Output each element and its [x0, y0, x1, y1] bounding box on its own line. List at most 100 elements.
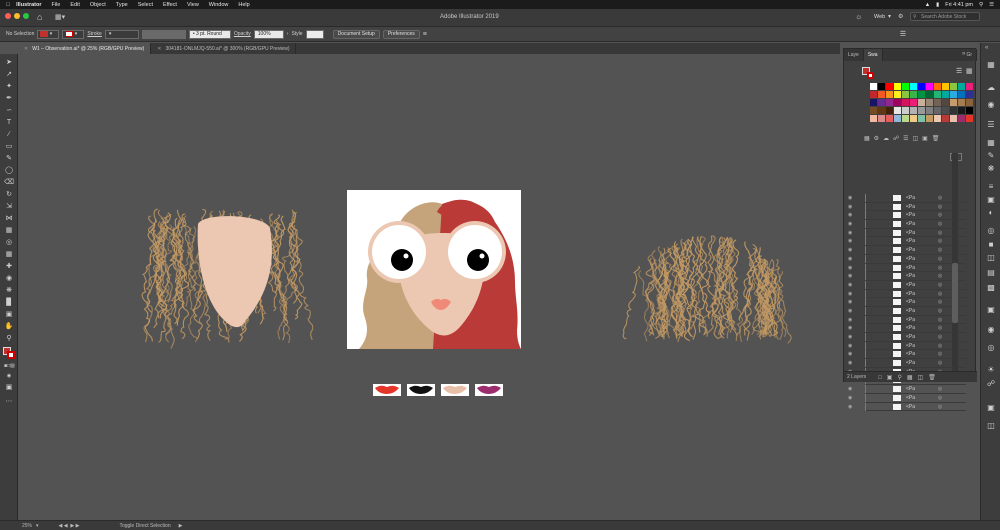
- document-setup-button[interactable]: Document Setup: [332, 29, 380, 39]
- visibility-eye-icon[interactable]: ◉: [848, 334, 852, 340]
- close-window-button[interactable]: [5, 13, 11, 19]
- swatch-cell[interactable]: [902, 99, 909, 106]
- swatches-panel-icon[interactable]: ▦: [986, 138, 996, 147]
- swatch-cell[interactable]: [894, 115, 901, 122]
- swatch-cell[interactable]: [870, 115, 877, 122]
- menu-app-name[interactable]: Illustrator: [16, 2, 41, 8]
- align-panel-icon[interactable]: ▤: [986, 268, 996, 277]
- visibility-eye-icon[interactable]: ◉: [848, 230, 852, 236]
- graphic-styles-panel-icon[interactable]: ■: [986, 240, 996, 249]
- layer-row[interactable]: ◉ <Pa ◎: [848, 350, 966, 360]
- target-circle-icon[interactable]: ◎: [938, 343, 942, 349]
- lip-swatches[interactable]: [373, 384, 503, 396]
- swatch-cell[interactable]: [894, 99, 901, 106]
- swatch-cell[interactable]: [918, 91, 925, 98]
- links-panel-icon[interactable]: ☍: [986, 379, 996, 388]
- visibility-eye-icon[interactable]: ◉: [848, 282, 852, 288]
- swatch-cell[interactable]: [878, 107, 885, 114]
- home-icon[interactable]: ⌂: [37, 12, 42, 22]
- layer-row[interactable]: ◉ <Pa ◎: [848, 385, 966, 394]
- apple-icon[interactable]: : [6, 2, 10, 8]
- swatch-cell[interactable]: [966, 115, 973, 122]
- swatch-cell[interactable]: [942, 115, 949, 122]
- more-tools-icon[interactable]: ⋯: [4, 398, 14, 406]
- swatch-cell[interactable]: [966, 91, 973, 98]
- swatch-cell[interactable]: [918, 107, 925, 114]
- layer-row[interactable]: ◉ <Pa ◎: [848, 306, 966, 316]
- swatch-cell[interactable]: [958, 83, 965, 90]
- opacity-label[interactable]: Opacity: [234, 31, 251, 37]
- menu-select[interactable]: Select: [138, 2, 153, 8]
- image-trace-panel-icon[interactable]: ☀: [986, 365, 996, 374]
- lightbulb-icon[interactable]: ☼: [855, 12, 862, 21]
- swatch-cell[interactable]: [902, 107, 909, 114]
- stroke-panel-icon[interactable]: ≡: [986, 182, 996, 191]
- free-transform-tool-icon[interactable]: ▦: [4, 227, 14, 235]
- paragraph-panel-icon[interactable]: ◉: [986, 325, 996, 334]
- layer-row[interactable]: ◉ <Pa ◎: [848, 228, 966, 238]
- face-shape[interactable]: [197, 216, 272, 328]
- layer-row[interactable]: ◉ <Pa ◎: [848, 220, 966, 229]
- visibility-eye-icon[interactable]: ◉: [848, 291, 852, 297]
- target-circle-icon[interactable]: ◎: [938, 273, 942, 279]
- line-segment-tool-icon[interactable]: ∕: [4, 131, 14, 139]
- swatch-cell[interactable]: [870, 91, 877, 98]
- visibility-eye-icon[interactable]: ◉: [848, 351, 852, 357]
- variable-width-profile[interactable]: [141, 29, 186, 39]
- eraser-tool-icon[interactable]: ⌫: [4, 179, 14, 187]
- menu-type[interactable]: Type: [116, 2, 128, 8]
- swatch-panel-footer-icons[interactable]: ▦⚙☁☍☰◫▣🗑: [864, 135, 943, 142]
- swatch-cell[interactable]: [966, 83, 973, 90]
- spotlight-icon[interactable]: ⚲: [979, 2, 983, 8]
- pathfinder-panel-icon[interactable]: ▩: [986, 283, 996, 292]
- target-circle-icon[interactable]: ◎: [938, 212, 942, 218]
- layer-row[interactable]: ◉ <Pa ◎: [848, 333, 966, 342]
- wifi-icon[interactable]: ▲: [925, 2, 930, 8]
- swatch-cell[interactable]: [878, 91, 885, 98]
- swatch-cell[interactable]: [950, 83, 957, 90]
- swatch-cell[interactable]: [886, 107, 893, 114]
- swatch-cell[interactable]: [878, 99, 885, 106]
- visibility-eye-icon[interactable]: ◉: [848, 273, 852, 279]
- clock[interactable]: Fri 4:41 pm: [945, 2, 973, 8]
- swatch-cell[interactable]: [886, 99, 893, 106]
- swatch-cell[interactable]: [934, 91, 941, 98]
- visibility-eye-icon[interactable]: ◉: [848, 299, 852, 305]
- visibility-eye-icon[interactable]: ◉: [848, 238, 852, 244]
- target-circle-icon[interactable]: ◎: [938, 317, 942, 323]
- visibility-eye-icon[interactable]: ◉: [848, 247, 852, 253]
- artboards-panel-icon[interactable]: ▣: [986, 403, 996, 412]
- visibility-eye-icon[interactable]: ◉: [848, 265, 852, 271]
- target-circle-icon[interactable]: ◎: [938, 221, 942, 227]
- fill-color-swatch[interactable]: ▾: [37, 29, 60, 39]
- align-icon[interactable]: ≡: [423, 31, 427, 38]
- asset-export-panel-icon[interactable]: ◫: [986, 421, 996, 430]
- swatch-cell[interactable]: [918, 99, 925, 106]
- drawing-modes-icon[interactable]: ◉: [4, 372, 14, 380]
- hand-tool-icon[interactable]: ✋: [4, 323, 14, 331]
- visibility-eye-icon[interactable]: ◉: [848, 343, 852, 349]
- swatch-cell[interactable]: [926, 107, 933, 114]
- curly-hair-with-face[interactable]: [141, 208, 314, 349]
- visibility-eye-icon[interactable]: ◉: [848, 221, 852, 227]
- transparency-panel-icon[interactable]: ◐: [986, 208, 996, 217]
- stroke-swatch[interactable]: [7, 351, 15, 359]
- swatch-cell[interactable]: [934, 83, 941, 90]
- scale-tool-icon[interactable]: ⇲: [4, 203, 14, 211]
- layer-row[interactable]: ◉ <Pa ◎: [848, 402, 966, 412]
- target-circle-icon[interactable]: ◎: [938, 204, 942, 210]
- target-circle-icon[interactable]: ◎: [938, 265, 942, 271]
- layer-row[interactable]: ◉ <Pa ◎: [848, 272, 966, 281]
- swatch-cell[interactable]: [894, 83, 901, 90]
- arrange-documents-icon[interactable]: ▦▾: [55, 13, 65, 21]
- type-tool-icon[interactable]: T: [4, 119, 14, 127]
- swatch-cell[interactable]: [934, 107, 941, 114]
- swatch-cell[interactable]: [950, 99, 957, 106]
- target-circle-icon[interactable]: ◎: [938, 395, 942, 401]
- pen-tool-icon[interactable]: ✒: [4, 95, 14, 103]
- swatch-cell[interactable]: [894, 107, 901, 114]
- close-tab-icon[interactable]: ✕: [157, 46, 161, 52]
- target-circle-icon[interactable]: ◎: [938, 291, 942, 297]
- visibility-eye-icon[interactable]: ◉: [848, 395, 852, 401]
- paintbrush-tool-icon[interactable]: ✎: [4, 155, 14, 163]
